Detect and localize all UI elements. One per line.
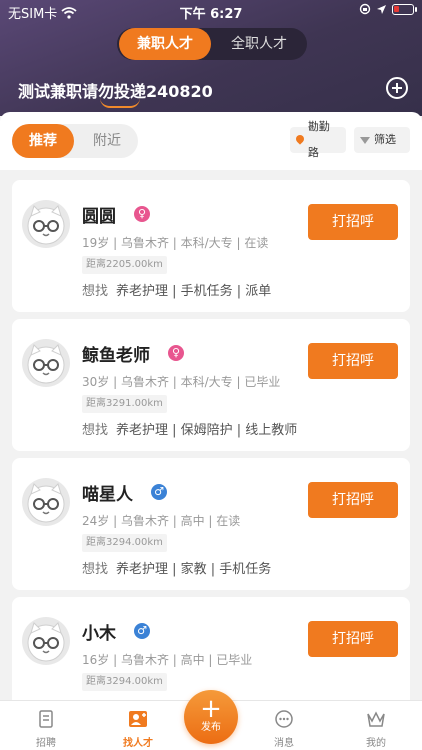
plus-icon: + bbox=[200, 694, 222, 724]
candidate-name: 小木 bbox=[82, 624, 116, 644]
status-bar: 无SIM卡 下午 6:27 bbox=[0, 0, 422, 22]
cat-avatar-icon bbox=[27, 205, 65, 245]
tab-find-talent[interactable]: 找人才 bbox=[96, 701, 180, 749]
tab-recommend[interactable]: 推荐 bbox=[12, 124, 74, 158]
female-icon: ♀ bbox=[168, 345, 184, 361]
filter-label: 筛选 bbox=[374, 133, 396, 146]
orientation-lock-icon bbox=[359, 3, 371, 15]
candidate-card[interactable]: 圆圆 ♀ 19岁 | 乌鲁木齐 | 本科/大专 | 在读 距离2205.00km… bbox=[12, 180, 410, 312]
distance-badge: 距离3294.00km bbox=[82, 534, 167, 552]
greet-button[interactable]: 打招呼 bbox=[308, 621, 398, 657]
tab-messages[interactable]: 消息 bbox=[242, 701, 326, 749]
distance-badge: 距离3291.00km bbox=[82, 395, 167, 413]
avatar bbox=[22, 478, 70, 526]
female-icon: ♀ bbox=[134, 206, 150, 222]
wanted-jobs: 想找 养老护理 | 保姆陪护 | 线上教师 bbox=[82, 419, 297, 438]
location-pin-icon bbox=[296, 135, 304, 145]
talent-type-switch: 兼职人才 全职人才 bbox=[117, 28, 307, 60]
filter-icon bbox=[360, 136, 370, 144]
candidate-meta: 16岁 | 乌鲁木齐 | 高中 | 已毕业 bbox=[82, 653, 253, 667]
wanted-label: 想找 bbox=[82, 423, 109, 438]
avatar bbox=[22, 617, 70, 665]
wanted-list: 养老护理 | 保姆陪护 | 线上教师 bbox=[116, 423, 298, 438]
candidate-name: 鲸鱼老师 bbox=[82, 346, 150, 366]
wanted-label: 想找 bbox=[82, 284, 109, 299]
person-add-icon bbox=[129, 711, 147, 727]
add-circle-icon[interactable] bbox=[386, 77, 408, 99]
candidate-name: 圆圆 bbox=[82, 207, 116, 227]
tab-recruit-label: 招聘 bbox=[36, 738, 56, 749]
filter-button[interactable]: 筛选 bbox=[354, 127, 410, 153]
crown-icon bbox=[367, 711, 385, 727]
greet-button[interactable]: 打招呼 bbox=[308, 204, 398, 240]
publish-button[interactable]: + 发布 bbox=[184, 690, 238, 744]
list-tabs: 推荐 附近 bbox=[12, 124, 138, 158]
tab-mine-label: 我的 bbox=[366, 738, 386, 749]
candidate-meta: 30岁 | 乌鲁木齐 | 本科/大专 | 已毕业 bbox=[82, 375, 281, 389]
location-label: 勘勤路 bbox=[307, 120, 330, 159]
tab-messages-label: 消息 bbox=[274, 738, 294, 749]
wanted-jobs: 想找 养老护理 | 手机任务 | 派单 bbox=[82, 280, 271, 299]
battery-icon bbox=[392, 3, 417, 15]
greet-button[interactable]: 打招呼 bbox=[308, 343, 398, 379]
filter-bar: 推荐 附近 勘勤路 筛选 bbox=[0, 112, 422, 170]
wanted-list: 养老护理 | 家教 | 手机任务 bbox=[116, 562, 272, 577]
distance-badge: 距离3294.00km bbox=[82, 673, 167, 691]
candidate-meta: 24岁 | 乌鲁木齐 | 高中 | 在读 bbox=[82, 514, 241, 528]
cat-avatar-icon bbox=[27, 344, 65, 384]
publish-label: 发布 bbox=[201, 722, 221, 733]
location-filter-button[interactable]: 勘勤路 bbox=[290, 120, 346, 159]
tab-full-time-talent[interactable]: 全职人才 bbox=[213, 28, 305, 60]
location-arrow-icon bbox=[377, 4, 386, 14]
tab-part-time-talent[interactable]: 兼职人才 bbox=[119, 28, 211, 60]
candidate-card[interactable]: 喵星人 ♂ 24岁 | 乌鲁木齐 | 高中 | 在读 距离3294.00km 想… bbox=[12, 458, 410, 590]
avatar bbox=[22, 200, 70, 248]
document-icon bbox=[39, 710, 53, 728]
candidate-name: 喵星人 bbox=[82, 485, 133, 505]
chat-bubble-icon bbox=[275, 710, 293, 728]
male-icon: ♂ bbox=[134, 623, 150, 639]
cat-avatar-icon bbox=[27, 622, 65, 662]
candidate-meta: 19岁 | 乌鲁木齐 | 本科/大专 | 在读 bbox=[82, 236, 269, 250]
logo-smile-mark bbox=[100, 98, 140, 108]
candidate-card[interactable]: 鲸鱼老师 ♀ 30岁 | 乌鲁木齐 | 本科/大专 | 已毕业 距离3291.0… bbox=[12, 319, 410, 451]
header: 无SIM卡 下午 6:27 兼职人才 全职人才 测试兼职请勿投递240820 bbox=[0, 0, 422, 116]
tab-mine[interactable]: 我的 bbox=[334, 701, 418, 749]
wanted-list: 养老护理 | 手机任务 | 派单 bbox=[116, 284, 272, 299]
wanted-label: 想找 bbox=[82, 562, 109, 577]
tab-recruit[interactable]: 招聘 bbox=[4, 701, 88, 749]
avatar bbox=[22, 339, 70, 387]
male-icon: ♂ bbox=[151, 484, 167, 500]
tab-nearby[interactable]: 附近 bbox=[76, 124, 138, 158]
wanted-jobs: 想找 养老护理 | 家教 | 手机任务 bbox=[82, 558, 271, 577]
cat-avatar-icon bbox=[27, 483, 65, 523]
distance-badge: 距离2205.00km bbox=[82, 256, 167, 274]
greet-button[interactable]: 打招呼 bbox=[308, 482, 398, 518]
tab-find-talent-label: 找人才 bbox=[123, 738, 153, 749]
